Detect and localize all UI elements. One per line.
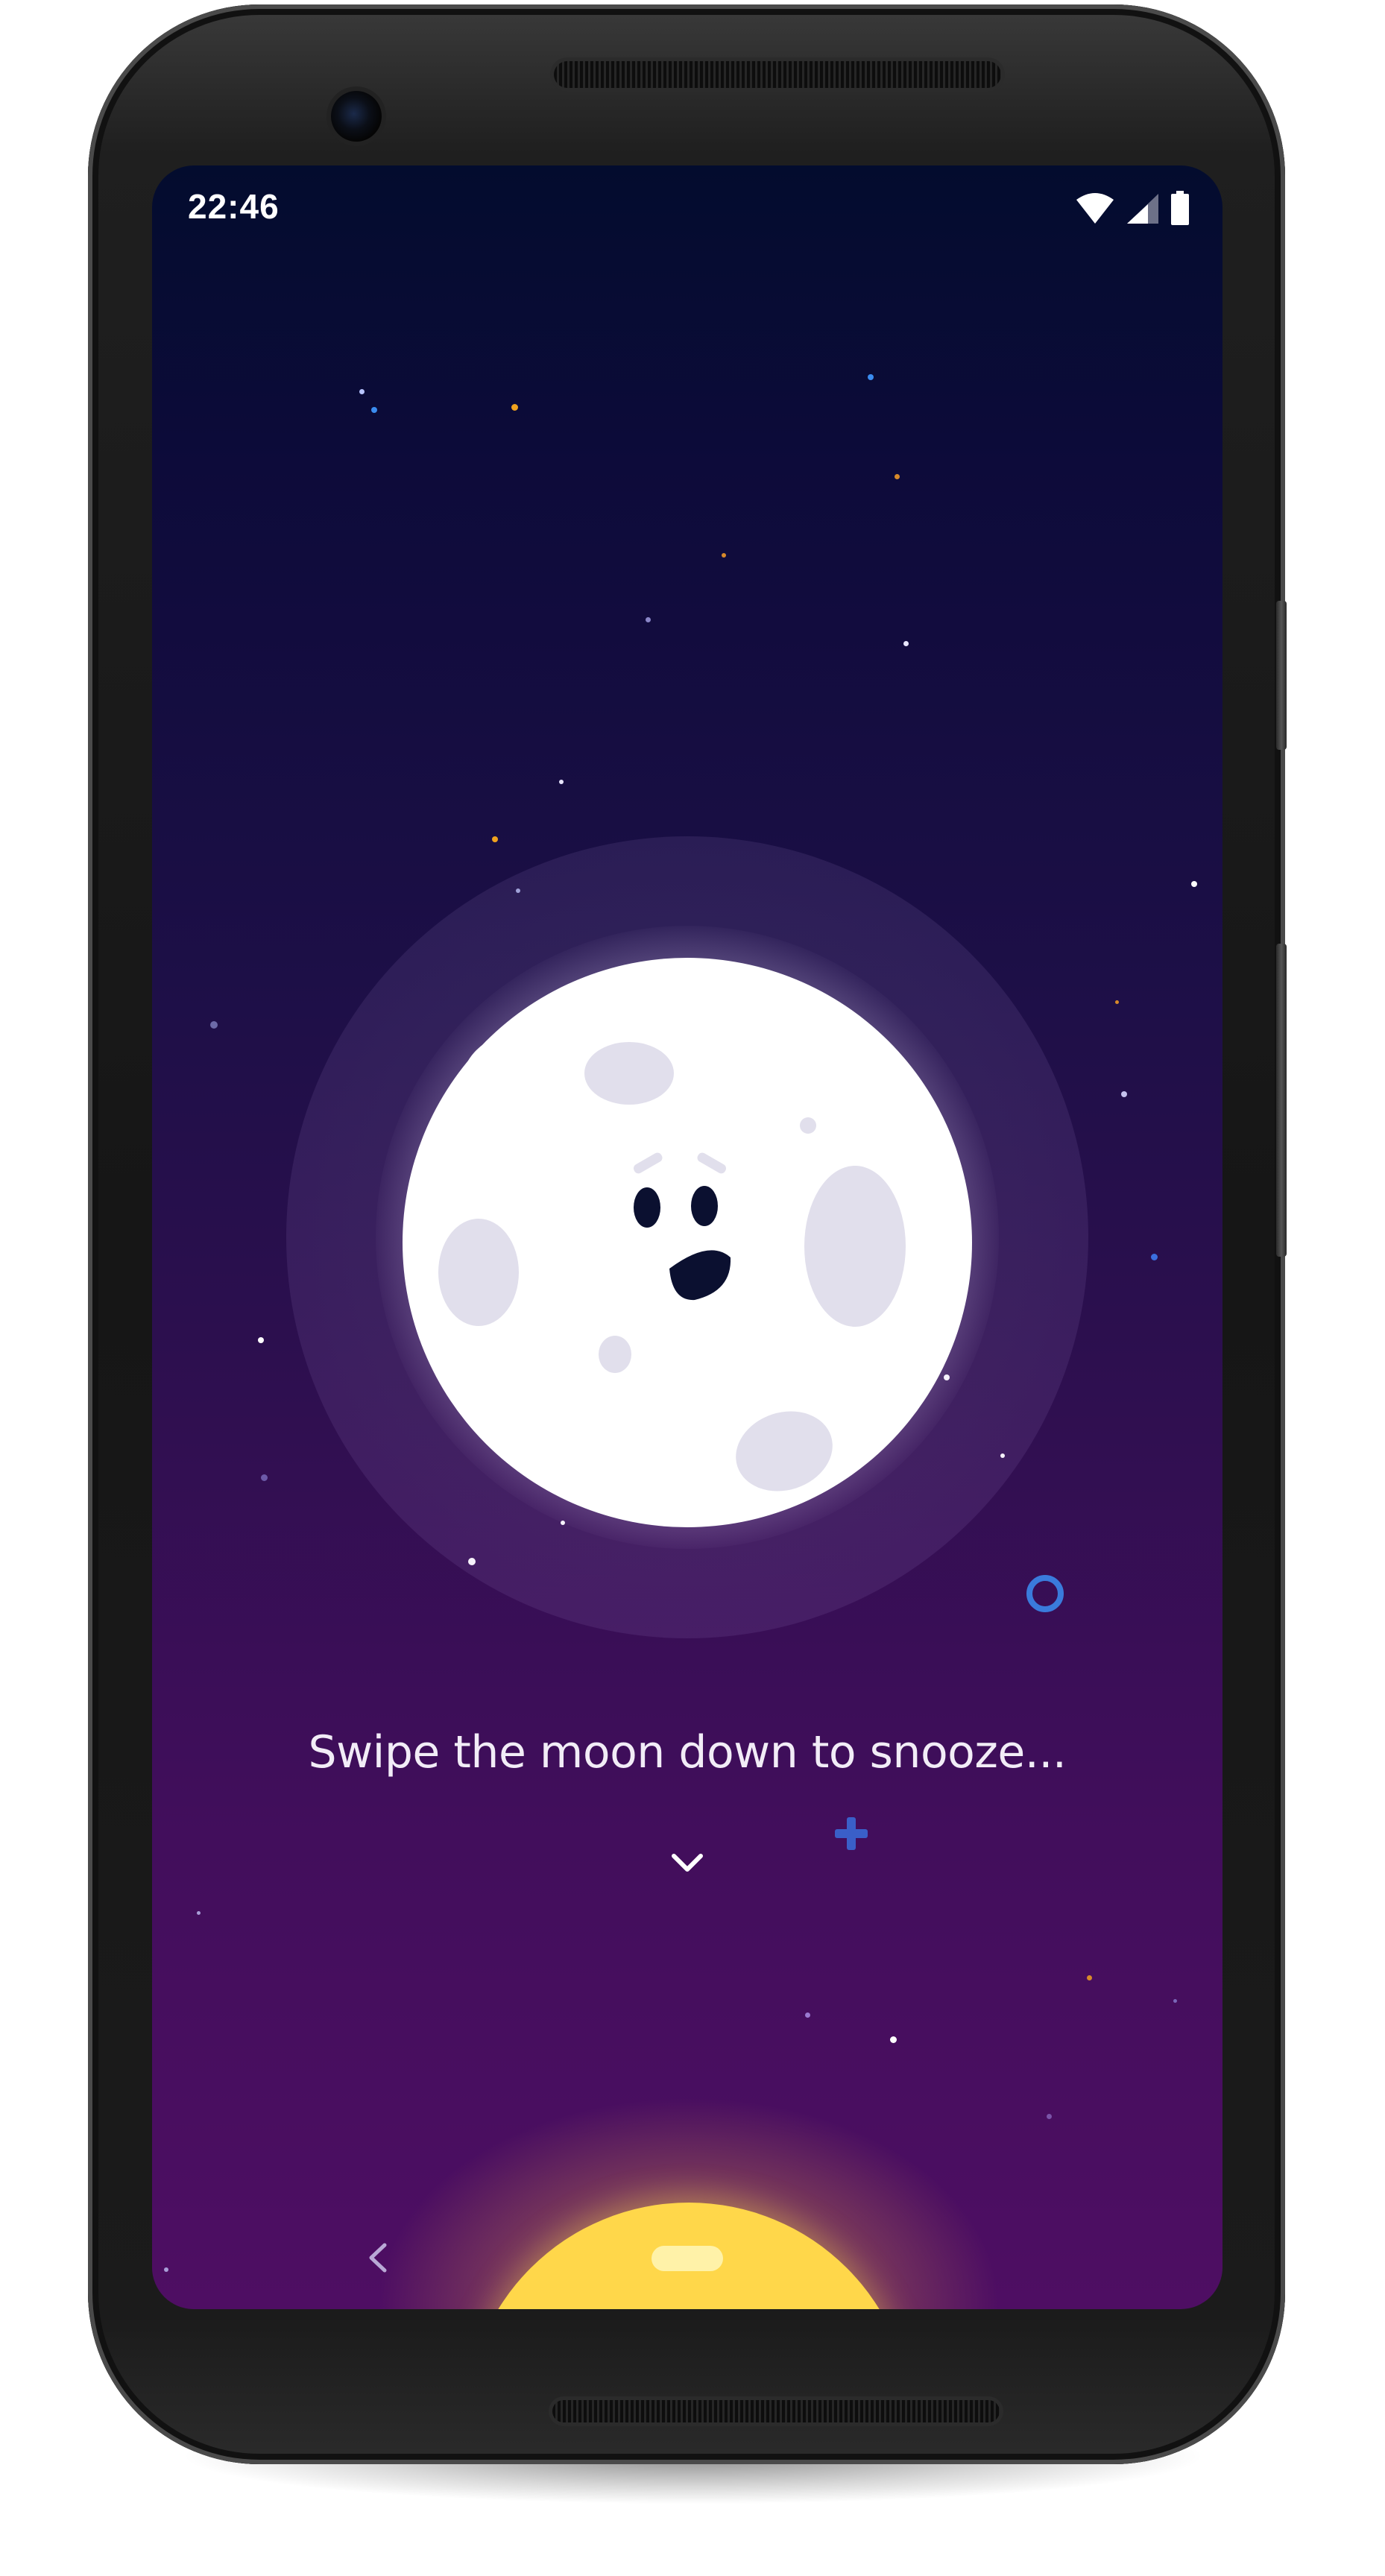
star xyxy=(1173,1999,1177,2003)
star xyxy=(261,1474,268,1481)
star xyxy=(1115,1000,1119,1004)
star xyxy=(1121,1091,1127,1097)
bottom-speaker xyxy=(552,2400,1000,2422)
star xyxy=(646,617,651,622)
back-chevron-icon[interactable] xyxy=(365,2241,391,2275)
chevron-down-icon xyxy=(672,1854,703,1872)
star xyxy=(890,2036,897,2043)
app-screen: 22:46 Swipe the moon down to snooze... xyxy=(152,165,1222,2309)
star xyxy=(164,2267,168,2272)
status-bar: 22:46 xyxy=(152,165,1222,255)
volume-button xyxy=(1276,944,1287,1257)
star xyxy=(559,780,564,784)
star xyxy=(359,389,365,394)
star xyxy=(805,2012,810,2018)
star xyxy=(492,836,498,842)
star xyxy=(868,374,874,380)
earpiece-speaker xyxy=(554,61,1001,88)
star xyxy=(1087,1975,1092,1980)
star xyxy=(895,474,900,479)
snooze-instruction: Swipe the moon down to snooze... xyxy=(308,1726,1067,1778)
star xyxy=(903,641,909,646)
plus-decoration xyxy=(835,1817,868,1850)
star xyxy=(258,1337,264,1343)
star xyxy=(1151,1254,1158,1260)
star xyxy=(511,404,518,411)
status-icons xyxy=(1075,191,1190,225)
star xyxy=(722,553,726,558)
battery-icon xyxy=(1170,191,1190,225)
power-button xyxy=(1276,601,1287,750)
star xyxy=(210,1021,218,1029)
star xyxy=(1191,881,1197,887)
moon-character[interactable] xyxy=(382,941,993,1537)
home-button[interactable] xyxy=(652,2246,723,2271)
star xyxy=(1047,2114,1052,2119)
cellular-signal-icon xyxy=(1126,192,1160,225)
wifi-icon xyxy=(1075,192,1115,225)
ring-decoration xyxy=(1026,1575,1064,1612)
star xyxy=(197,1911,201,1915)
front-camera xyxy=(331,91,382,142)
star xyxy=(371,407,377,413)
status-time: 22:46 xyxy=(188,187,280,226)
